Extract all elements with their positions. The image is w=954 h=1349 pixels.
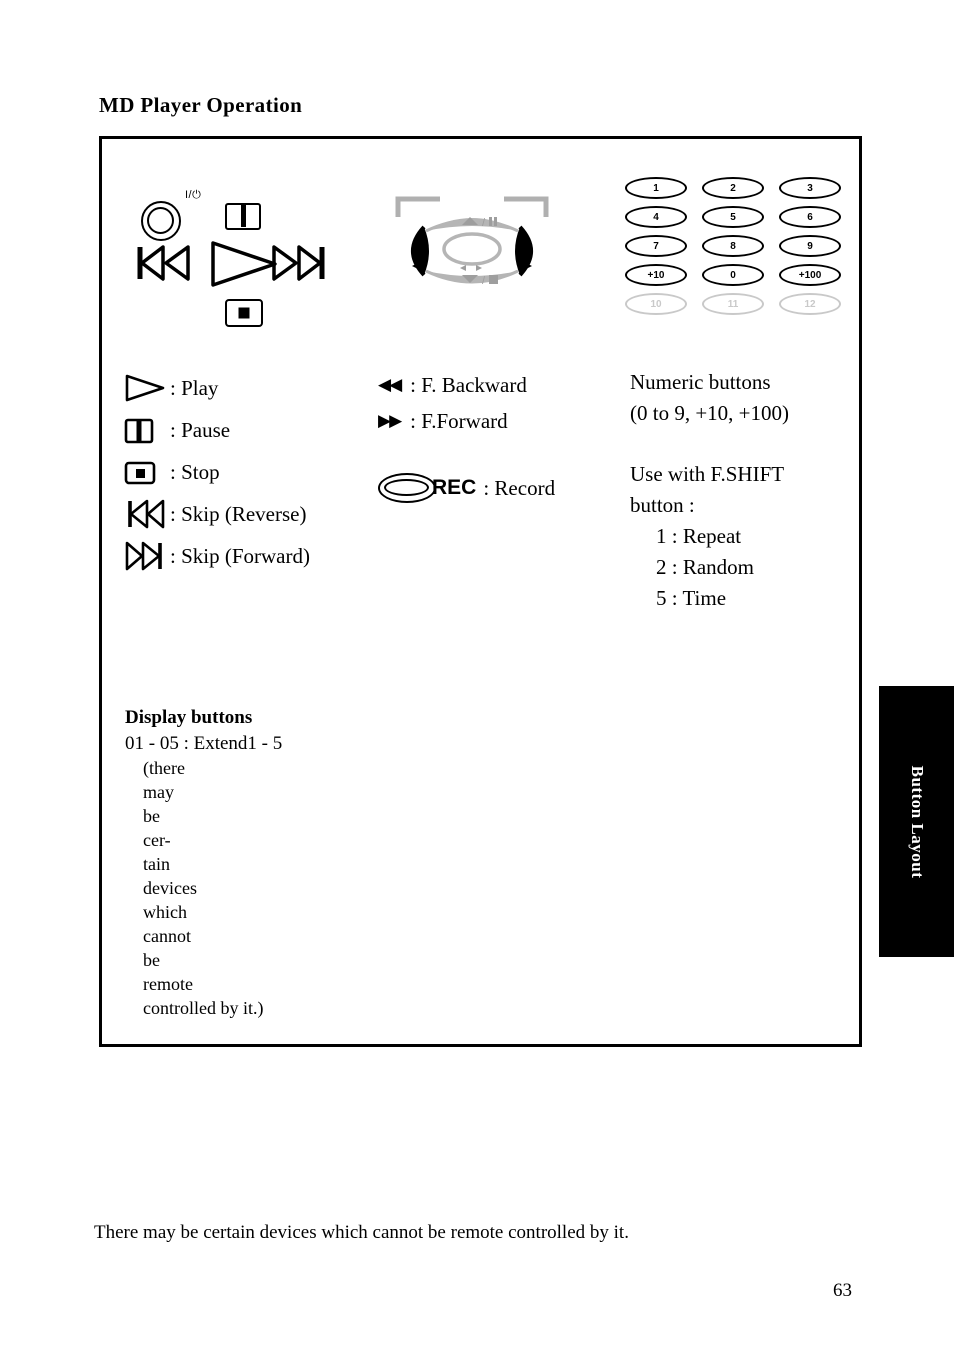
display-buttons-note: (there may be cer- tain devices which ca… [125,756,343,1020]
key-plus100[interactable]: +100 [779,264,841,286]
numeric-buttons-line1: Numeric buttons [630,370,771,394]
note-word: devices [143,878,197,898]
note-word: cannot [143,926,191,946]
keypad-row: 1 2 3 [625,177,841,199]
legend-label-skip-reverse: : Skip (Reverse) [170,501,307,526]
keypad-row: +10 0 +100 [625,264,841,286]
key-3[interactable]: 3 [779,177,841,199]
keypad-row: 4 5 6 [625,206,841,228]
power-button-group: I/⏻ [141,189,201,241]
key-12-disabled: 12 [779,293,841,315]
power-circle-inner-icon [147,207,174,234]
legend-label-record: : Record [483,475,556,500]
side-tab-label: Button Layout [907,765,927,878]
note-line-2: tain devices which [143,852,343,924]
key-7[interactable]: 7 [625,235,687,257]
fshift-item-time: 5 : Time [656,586,727,610]
legend-item-f-backward: ◀◀ : F. Backward [378,367,608,403]
f-forward-icon: ▶▶ [378,410,402,431]
skip-forward-icon [124,540,170,572]
note-word: (there [143,758,185,778]
note-word: be [143,806,160,826]
pause-icon [124,415,170,445]
legend-label-f-forward: : F.Forward [410,408,508,433]
record-word: REC [432,476,477,499]
play-icon [124,373,170,403]
legend-mid-column: ◀◀ : F. Backward ▶▶ : F.Forward REC : Re… [378,367,608,503]
footer-note: There may be certain devices which canno… [94,1222,629,1243]
fshift-item-random: 2 : Random [656,555,754,579]
side-tab: Button Layout [879,686,954,957]
key-10-disabled: 10 [625,293,687,315]
key-5[interactable]: 5 [702,206,764,228]
legend-item-record: REC : Record [378,473,608,503]
note-word: cer- [143,830,171,850]
skip-reverse-icon [130,243,192,283]
legend-label-play: : Play [170,375,219,400]
stop-icon [124,457,170,487]
play-icon [207,239,279,289]
key-1[interactable]: 1 [625,177,687,199]
key-8[interactable]: 8 [702,235,764,257]
note-word: may [143,782,174,802]
skip-forward-icon [270,243,332,283]
dpad-cluster: / / [392,195,552,305]
power-label: I/⏻ [185,189,202,201]
note-word: be [143,950,160,970]
legend-item-f-forward: ▶▶ : F.Forward [378,403,608,439]
legend-item-skip-forward: : Skip (Forward) [124,535,392,577]
legend-item-stop: : Stop [124,451,392,493]
fshift-line1: Use with F.SHIFT [630,462,785,486]
note-word: remote [143,974,193,994]
legend-label-pause: : Pause [170,417,231,442]
f-backward-icon: ◀◀ [378,374,402,395]
note-word: tain [143,854,170,874]
note-word: which [143,902,187,922]
note-line-4: controlled by it.) [143,998,264,1018]
key-11-disabled: 11 [702,293,764,315]
page-number: 63 [833,1280,852,1301]
remote-diagram: I/⏻ / / 1 2 3 4 5 6 7 8 9 +10 0 +100 10 … [102,139,859,369]
key-9[interactable]: 9 [779,235,841,257]
note-line-1: (there may be cer- [143,756,343,852]
legend-item-pause: : Pause [124,409,392,451]
keypad-row: 7 8 9 [625,235,841,257]
key-4[interactable]: 4 [625,206,687,228]
fshift-item-repeat: 1 : Repeat [656,524,742,548]
numeric-buttons-line2: (0 to 9, +10, +100) [630,401,790,425]
key-plus10[interactable]: +10 [625,264,687,286]
legend-label-stop: : Stop [170,459,220,484]
legend-item-play: : Play [124,367,392,409]
key-0[interactable]: 0 [702,264,764,286]
note-line-3: cannot be remote [143,924,343,996]
legend-label-f-backward: : F. Backward [410,372,527,397]
skip-reverse-icon [124,498,170,530]
legend-left-column: : Play : Pause : Stop: Skip (Reverse):… [124,367,392,577]
content-frame: I/⏻ / / 1 2 3 4 5 6 7 8 9 +10 0 +100 10 … [99,136,862,1047]
power-circle-icon [141,201,181,241]
page-title: MD Player Operation [99,93,303,117]
record-ellipse-icon [378,473,436,503]
fshift-line2: button : [630,493,695,517]
stop-icon [225,299,263,327]
display-buttons-section: Display buttons 01 - 05 : Extend1 - 5 (t… [125,707,365,1020]
display-buttons-title: Display buttons [125,707,253,728]
legend-right-column: Numeric buttons (0 to 9, +10, +100) Use … [630,367,860,614]
legend-item-skip-reverse: : Skip (Reverse) [124,493,392,535]
key-2[interactable]: 2 [702,177,764,199]
key-6[interactable]: 6 [779,206,841,228]
pause-icon [225,203,261,230]
legend-label-skip-forward: : Skip (Forward) [170,543,310,568]
numeric-keypad: 1 2 3 4 5 6 7 8 9 +10 0 +100 10 11 12 [625,177,841,322]
keypad-row-disabled: 10 11 12 [625,293,841,315]
display-buttons-range: 01 - 05 : Extend1 - 5 [125,733,283,754]
